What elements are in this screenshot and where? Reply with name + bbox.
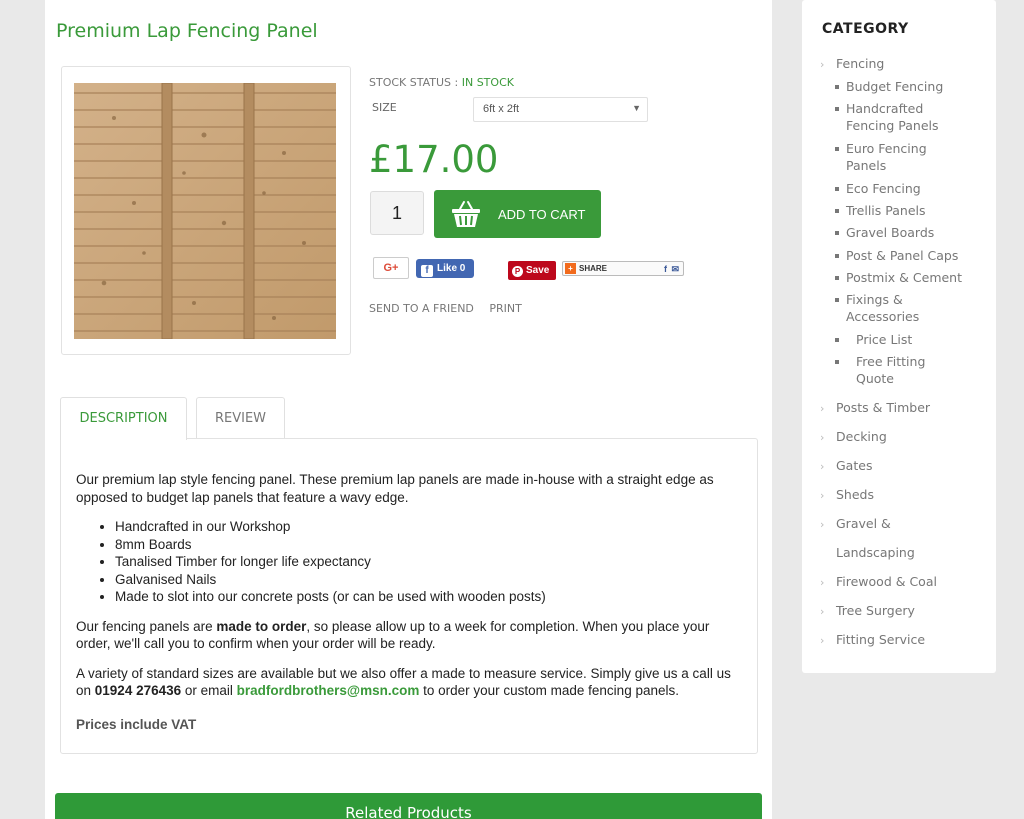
sidebar-item-label: Fitting Service: [836, 632, 926, 647]
made-to-order-text: Our fencing panels are made to order, so…: [76, 618, 742, 653]
sidebar-subitem[interactable]: Price List: [833, 331, 963, 348]
made-to-order-bold: made to order: [216, 618, 307, 634]
quantity-input[interactable]: 1: [370, 191, 424, 235]
facebook-like-label: Like 0: [437, 263, 466, 274]
basket-icon: [452, 201, 480, 227]
sidebar-subitem[interactable]: Fixings & Accessories: [833, 291, 943, 325]
sidebar-item-label: Posts & Timber: [836, 400, 931, 415]
stock-value: IN STOCK: [461, 76, 514, 89]
sidebar-subitem[interactable]: Euro Fencing Panels: [833, 140, 963, 174]
list-item: Handcrafted in our Workshop: [115, 518, 742, 536]
list-item: Galvanised Nails: [115, 571, 742, 589]
sidebar-item-fencing[interactable]: › Fencing: [820, 55, 884, 73]
made-to-measure-text: A variety of standard sizes are availabl…: [76, 665, 742, 700]
add-to-cart-label: ADD TO CART: [498, 206, 586, 222]
vat-note: Prices include VAT: [76, 716, 197, 732]
sidebar-item-decking[interactable]: › Decking: [820, 428, 887, 446]
sidebar-subitem[interactable]: Post & Panel Caps: [833, 247, 963, 264]
sidebar-item-label: Landscaping: [836, 545, 915, 560]
chevron-right-icon: ›: [820, 58, 825, 71]
sidebar-subitem[interactable]: Handcrafted Fencing Panels: [833, 100, 963, 134]
pinterest-save-label: Save: [526, 265, 550, 276]
sidebar-item-label: Gates: [836, 458, 873, 473]
sidebar-subitem[interactable]: Postmix & Cement: [833, 269, 963, 286]
email-link[interactable]: bradfordbrothers@msn.com: [237, 683, 420, 698]
chevron-down-icon: ▼: [632, 103, 641, 113]
sidebar-subitem[interactable]: Budget Fencing: [833, 78, 963, 95]
sidebar-item-label: Sheds: [836, 487, 874, 502]
chevron-right-icon: ›: [820, 605, 825, 618]
sidebar-item-sheds[interactable]: › Sheds: [820, 486, 874, 504]
chevron-right-icon: ›: [820, 460, 825, 473]
stock-label: STOCK STATUS :: [369, 76, 462, 89]
product-image[interactable]: [74, 83, 336, 339]
list-item: Made to slot into our concrete posts (or…: [115, 588, 742, 606]
chevron-right-icon: ›: [820, 402, 825, 415]
pinterest-icon: P: [512, 266, 523, 277]
sidebar-subitem[interactable]: Trellis Panels: [833, 202, 963, 219]
facebook-like-button[interactable]: f Like 0: [416, 259, 474, 278]
description-panel: Our premium lap style fencing panel. The…: [60, 438, 758, 754]
page-title: Premium Lap Fencing Panel: [56, 20, 318, 42]
category-sidebar: CATEGORY › Fencing Budget Fencing Handcra…: [802, 0, 996, 673]
facebook-icon: f: [421, 265, 433, 277]
add-to-cart-button[interactable]: ADD TO CART: [434, 190, 601, 238]
addthis-share-button[interactable]: + SHARE f ✉: [562, 261, 684, 276]
sidebar-item-tree-surgery[interactable]: › Tree Surgery: [820, 602, 915, 620]
send-to-friend-link[interactable]: SEND TO A FRIEND: [369, 302, 474, 315]
sidebar-item-label: Firewood & Coal: [836, 574, 937, 589]
feature-list: Handcrafted in our Workshop 8mm Boards T…: [115, 518, 742, 606]
google-plus-button[interactable]: G+: [373, 257, 409, 279]
chevron-right-icon: ›: [820, 431, 825, 444]
chevron-right-icon: ›: [820, 634, 825, 647]
fence-panel-image: [74, 83, 336, 339]
size-selected-value: 6ft x 2ft: [483, 103, 520, 115]
product-links: SEND TO A FRIEND PRINT: [369, 302, 534, 315]
tab-review[interactable]: REVIEW: [196, 397, 285, 439]
sidebar-item-firewood[interactable]: › Firewood & Coal: [820, 573, 937, 591]
pinterest-save-button[interactable]: P Save: [508, 261, 556, 280]
sidebar-subitem[interactable]: Free Fitting Quote: [833, 353, 963, 387]
share-label: SHARE: [579, 264, 608, 273]
sidebar-item-label: Fencing: [836, 56, 885, 71]
sidebar-title: CATEGORY: [822, 21, 909, 37]
size-select[interactable]: 6ft x 2ft ▼: [473, 97, 648, 122]
sidebar-item-label: Decking: [836, 429, 887, 444]
sidebar-item-gravel[interactable]: › Gravel &: [820, 515, 891, 533]
phone-number: 01924 276436: [94, 683, 182, 698]
main-content: Premium Lap Fencing Panel STOCK STATUS:…: [45, 0, 772, 819]
sidebar-item-label: Tree Surgery: [836, 603, 915, 618]
product-price: £17.00: [369, 138, 499, 181]
text-span: or email: [181, 683, 237, 698]
plus-icon: +: [565, 263, 576, 274]
chevron-right-icon: ›: [820, 489, 825, 502]
size-label: SIZE: [372, 101, 397, 114]
share-services-icon: f ✉: [663, 264, 680, 274]
tab-description[interactable]: DESCRIPTION: [60, 397, 187, 440]
text-span: to order your custom made fencing panels…: [419, 683, 679, 698]
related-products-header: Related Products: [55, 793, 762, 819]
sidebar-item-gates[interactable]: › Gates: [820, 457, 872, 475]
print-link[interactable]: PRINT: [489, 302, 521, 315]
sidebar-item-gravel-cont[interactable]: Landscaping: [820, 544, 915, 561]
list-item: Tanalised Timber for longer life expecta…: [115, 553, 742, 571]
product-image-box[interactable]: [61, 66, 351, 355]
description-intro: Our premium lap style fencing panel. The…: [76, 472, 714, 505]
sidebar-item-posts[interactable]: › Posts & Timber: [820, 399, 930, 417]
list-item: 8mm Boards: [115, 536, 742, 554]
chevron-right-icon: ›: [820, 576, 825, 589]
text-span: Our fencing panels are: [76, 618, 217, 634]
sidebar-subitem[interactable]: Gravel Boards: [833, 224, 963, 241]
sidebar-item-label: Gravel &: [836, 516, 891, 531]
sidebar-subitem[interactable]: Eco Fencing: [833, 180, 963, 197]
chevron-right-icon: ›: [820, 518, 825, 531]
sidebar-item-fitting-service[interactable]: › Fitting Service: [820, 631, 925, 649]
stock-status: STOCK STATUS : IN STOCK: [369, 76, 514, 89]
